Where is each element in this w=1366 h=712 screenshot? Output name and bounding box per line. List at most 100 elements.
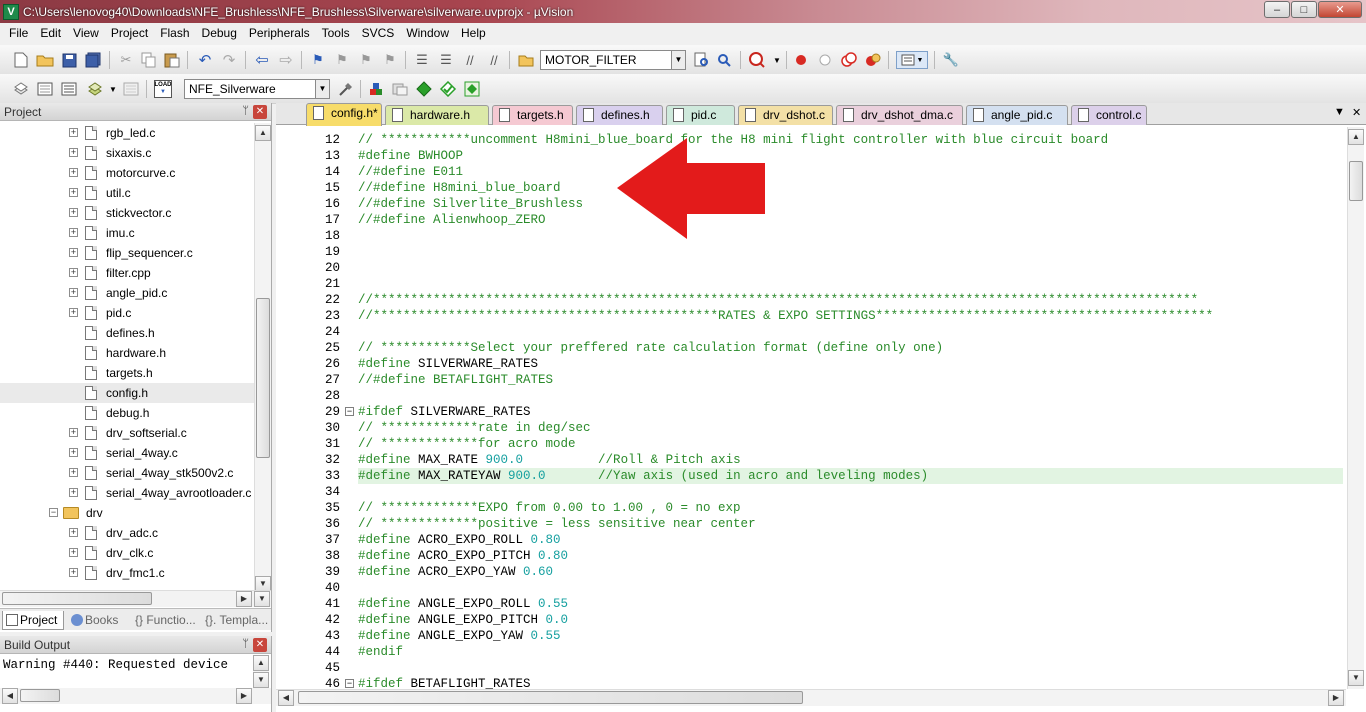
build-hscroll-thumb[interactable] [20, 689, 60, 702]
save-icon[interactable] [60, 51, 78, 69]
bookmark-clear-icon[interactable]: ⚑ [381, 51, 399, 69]
menu-help[interactable]: Help [456, 26, 491, 40]
software-packs-icon[interactable] [463, 80, 481, 98]
file-tab[interactable]: targets.h [492, 105, 573, 125]
tab-list-icon[interactable]: ▼ [1334, 106, 1345, 118]
expand-icon[interactable]: + [69, 468, 78, 477]
scroll-right-icon[interactable]: ▶ [236, 591, 252, 607]
tree-file[interactable]: defines.h [0, 323, 254, 343]
tree-file[interactable]: + sixaxis.c [0, 143, 254, 163]
code-line[interactable]: #define ANGLE_EXPO_YAW 0.55 [358, 628, 1343, 644]
code-line[interactable] [358, 484, 1343, 500]
tab-project[interactable]: Project [2, 611, 64, 630]
menu-flash[interactable]: Flash [155, 26, 194, 40]
tree-vertical-scrollbar[interactable]: ▲ ▼ [254, 123, 271, 593]
insert-breakpoint-icon[interactable] [792, 51, 810, 69]
target-combo[interactable]: NFE_Silverware ▼ [184, 79, 330, 99]
code-line[interactable] [358, 324, 1343, 340]
tab-functions[interactable]: {} Functio... [132, 611, 198, 630]
tree-folder[interactable]: − drv [0, 503, 254, 523]
code-line[interactable]: #define MAX_RATE 900.0 //Roll & Pitch ax… [358, 452, 1343, 468]
expand-icon[interactable]: + [69, 528, 78, 537]
disable-breakpoints-icon[interactable] [840, 51, 858, 69]
open-folder-icon[interactable] [36, 51, 54, 69]
build-vertical-scrollbar[interactable]: ▲ ▼ [253, 655, 269, 688]
scroll-up-icon[interactable]: ▲ [255, 125, 271, 141]
code-editor[interactable]: 12 13 14 15 16 17 18 19 20 21 22 23 24 25 26 27 28 29 30 31… [276, 127, 1346, 689]
expand-icon[interactable]: + [69, 148, 78, 157]
pack-installer-icon[interactable] [439, 80, 457, 98]
expand-icon[interactable]: + [69, 288, 78, 297]
code-line[interactable]: // *************positive = less sensitiv… [358, 516, 1343, 532]
manage-rte-icon[interactable] [415, 80, 433, 98]
code-line[interactable]: #define ACRO_EXPO_ROLL 0.80 [358, 532, 1343, 548]
code-line[interactable]: //#define Alienwhoop_ZERO [358, 212, 1343, 228]
file-tab[interactable]: hardware.h [385, 105, 489, 125]
tree-file[interactable]: + serial_4way_stk500v2.c [0, 463, 254, 483]
tree-file[interactable]: + filter.cpp [0, 263, 254, 283]
scroll-up-icon[interactable]: ▲ [253, 655, 269, 671]
close-button[interactable]: ✕ [1318, 1, 1362, 18]
expand-icon[interactable]: + [69, 488, 78, 497]
close-tab-icon[interactable]: ✕ [1352, 106, 1361, 119]
menu-svcs[interactable]: SVCS [357, 26, 400, 40]
bookmark-next-icon[interactable]: ⚑ [357, 51, 375, 69]
code-line[interactable] [358, 244, 1343, 260]
undo-icon[interactable]: ↶ [196, 51, 214, 69]
find-icon[interactable] [692, 51, 710, 69]
rebuild-icon[interactable] [60, 80, 78, 98]
minimize-button[interactable]: – [1264, 1, 1290, 18]
incremental-find-icon[interactable] [715, 51, 733, 69]
menu-edit[interactable]: Edit [35, 26, 66, 40]
file-tab[interactable]: drv_dshot.c [738, 105, 833, 125]
expand-icon[interactable]: + [69, 128, 78, 137]
tree-file[interactable]: + flip_sequencer.c [0, 243, 254, 263]
file-tab[interactable]: control.c [1071, 105, 1147, 125]
scroll-left-icon[interactable]: ◀ [278, 690, 294, 706]
tree-file[interactable]: + motorcurve.c [0, 163, 254, 183]
code-line[interactable]: // *************EXPO from 0.00 to 1.00 ,… [358, 500, 1343, 516]
editor-vertical-scrollbar[interactable]: ▲ ▼ [1347, 127, 1364, 689]
code-line[interactable]: #ifdef SILVERWARE_RATES [358, 404, 1343, 420]
expand-icon[interactable]: + [69, 268, 78, 277]
expand-icon[interactable]: + [69, 308, 78, 317]
expand-icon[interactable]: + [69, 208, 78, 217]
chevron-down-icon[interactable]: ▼ [104, 80, 122, 98]
title-bar[interactable]: V C:\Users\lenovog40\Downloads\NFE_Brush… [0, 0, 1366, 23]
code-line[interactable] [358, 388, 1343, 404]
find-in-files-icon[interactable] [517, 51, 535, 69]
code-line[interactable]: #define ACRO_EXPO_PITCH 0.80 [358, 548, 1343, 564]
scroll-left-icon[interactable]: ◀ [2, 688, 18, 704]
menu-debug[interactable]: Debug [197, 26, 242, 40]
menu-project[interactable]: Project [106, 26, 153, 40]
chevron-down-icon[interactable]: ▼ [768, 51, 786, 69]
window-layout-icon[interactable]: ▼ [896, 51, 928, 69]
expand-icon[interactable]: + [69, 248, 78, 257]
tree-file[interactable]: + drv_adc.c [0, 523, 254, 543]
code-line[interactable]: // *************for acro mode [358, 436, 1343, 452]
paste-icon[interactable] [163, 51, 181, 69]
code-line[interactable] [358, 276, 1343, 292]
file-tab[interactable]: drv_dshot_dma.c [836, 105, 963, 125]
scroll-down-icon[interactable]: ▼ [1348, 670, 1364, 686]
tab-books[interactable]: Books [68, 611, 128, 630]
redo-icon[interactable]: ↷ [220, 51, 238, 69]
tree-file[interactable]: + serial_4way_avrootloader.c [0, 483, 254, 503]
build-horizontal-scrollbar[interactable]: ◀ ▶ [0, 688, 271, 704]
code-line[interactable]: // ************uncomment H8mini_blue_boa… [358, 132, 1343, 148]
expand-icon[interactable]: + [69, 188, 78, 197]
tree-horizontal-scrollbar[interactable]: ▶ ▼ [0, 590, 271, 607]
navigate-back-icon[interactable]: ⇦ [253, 51, 271, 69]
scroll-down-icon[interactable]: ▼ [253, 672, 269, 688]
tree-file[interactable]: + drv_fmc1.c [0, 563, 254, 583]
code-line[interactable]: #define ANGLE_EXPO_PITCH 0.0 [358, 612, 1343, 628]
code-line[interactable]: //**************************************… [358, 292, 1343, 308]
editor-hscroll-thumb[interactable] [298, 691, 803, 704]
tab-templates[interactable]: {}. Templa... [202, 611, 270, 630]
expand-icon[interactable]: + [69, 548, 78, 557]
cut-icon[interactable]: ✂ [117, 51, 135, 69]
expand-icon[interactable]: + [69, 168, 78, 177]
code-line[interactable]: //#define BETAFLIGHT_RATES [358, 372, 1343, 388]
pin-icon[interactable]: ᛘ [242, 638, 249, 650]
bookmark-toggle-icon[interactable]: ⚑ [309, 51, 327, 69]
